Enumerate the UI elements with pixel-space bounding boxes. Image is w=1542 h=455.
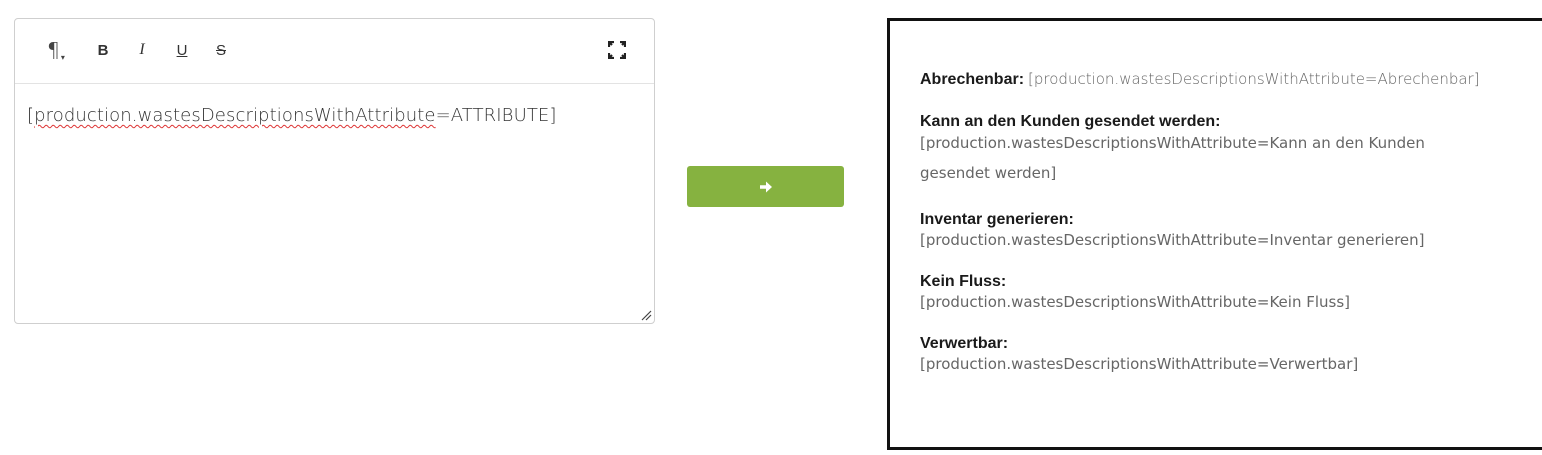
paragraph-icon: ¶ (47, 38, 60, 62)
entry-label: Inventar generieren: (920, 211, 1074, 228)
editor-toolbar: ¶ ▾ B I U S (15, 19, 654, 84)
entry-value: [production.wastesDescriptionsWithAttrib… (920, 293, 1351, 311)
misspelled-placeholder-text: production.wastesDescriptionsWithAttribu… (34, 105, 436, 126)
preview-entry: Kein Fluss: [production.wastesDescriptio… (920, 271, 1532, 312)
fullscreen-button[interactable] (606, 37, 628, 63)
entry-label: Kein Fluss: (920, 273, 1007, 290)
template-editor-view: ¶ ▾ B I U S [production.wastesDescriptio… (0, 0, 1542, 455)
bold-button[interactable]: B (93, 37, 113, 63)
italic-button[interactable]: I (132, 37, 152, 63)
preview-entry: Verwertbar: [production.wastesDescriptio… (920, 333, 1532, 374)
arrow-right-icon (759, 181, 772, 192)
entry-value: [production.wastesDescriptionsWithAttrib… (920, 231, 1425, 249)
entry-label: Verwertbar: (920, 335, 1009, 352)
preview-panel: Abrechenbar: [production.wastesDescriptio… (887, 18, 1542, 450)
chevron-down-icon: ▾ (60, 52, 65, 62)
fullscreen-icon (608, 41, 626, 59)
entry-value: [production.wastesDescriptionsWithAttrib… (1028, 70, 1480, 88)
italic-icon: I (139, 41, 145, 58)
underline-icon: U (176, 41, 188, 59)
preview-entry: Abrechenbar: [production.wastesDescriptio… (920, 69, 1532, 90)
preview-entry: Inventar generieren: [production.wastesD… (920, 209, 1532, 250)
entry-value: [production.wastesDescriptionsWithAttrib… (920, 134, 1425, 182)
rich-text-editor[interactable]: ¶ ▾ B I U S [production.wastesDescriptio… (14, 18, 655, 324)
strikethrough-button[interactable]: S (211, 37, 231, 63)
paragraph-format-button[interactable]: ¶ ▾ (39, 37, 73, 63)
entry-label: Abrechenbar: (920, 71, 1025, 88)
bold-icon: B (97, 41, 109, 59)
convert-arrow-button[interactable] (687, 166, 844, 207)
underline-button[interactable]: U (172, 37, 192, 63)
entry-value: [production.wastesDescriptionsWithAttrib… (920, 355, 1359, 373)
placeholder-attribute-text: =ATTRIBUTE] (435, 105, 557, 126)
editor-text-area[interactable]: [production.wastesDescriptionsWithAttrib… (27, 105, 642, 126)
preview-content: Abrechenbar: [production.wastesDescriptio… (920, 69, 1532, 395)
resize-handle-icon[interactable] (640, 309, 652, 321)
preview-entry: Kann an den Kunden gesendet werden: [pro… (920, 111, 1532, 188)
strikethrough-icon: S (215, 41, 226, 59)
